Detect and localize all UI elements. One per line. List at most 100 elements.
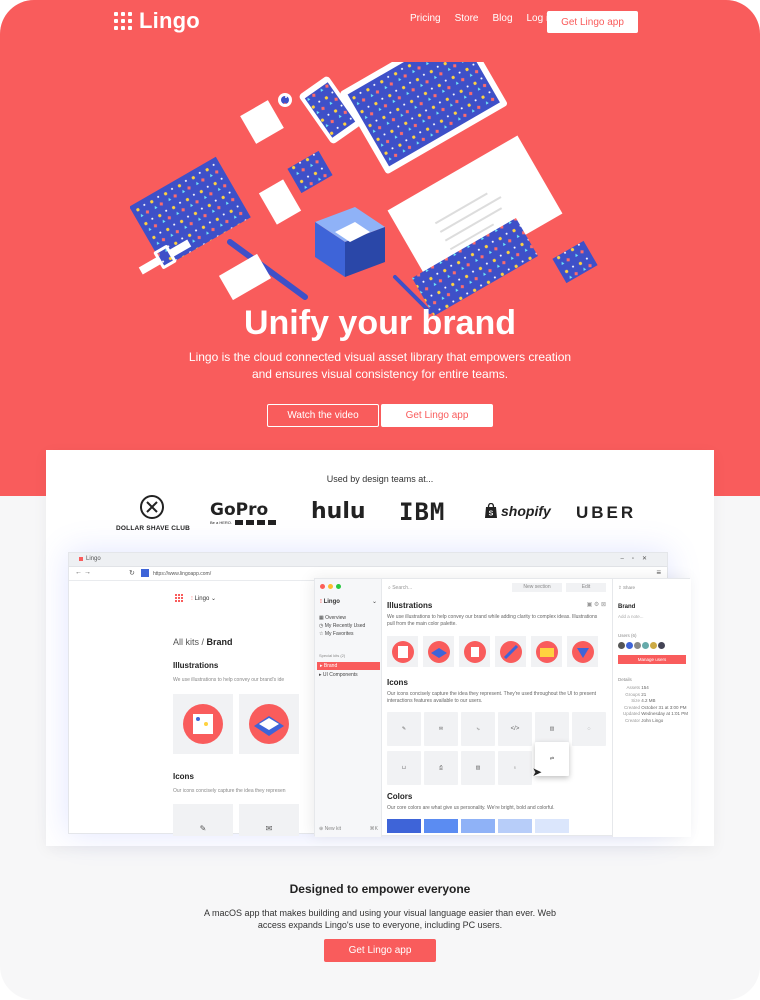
color-swatch[interactable] (498, 819, 532, 833)
app-illustrations-desc: We use illustrations to help convey our … (387, 614, 598, 627)
app-sidebar: ⁝ Lingo ⌄ ▦ Overview ◷ My Recently Used … (315, 579, 382, 837)
color-swatches (387, 819, 569, 833)
sidebar-item-recently-used[interactable]: ◷ My Recently Used (319, 622, 365, 630)
traffic-lights[interactable] (320, 584, 341, 589)
illustration-tile[interactable] (387, 636, 418, 667)
web-illustrations-desc: We use illustrations to help convey our … (173, 677, 285, 683)
hero-section: Lingo Pricing Store Blog Log in Get Ling… (0, 0, 760, 496)
shopify-logo: S shopify (484, 503, 551, 519)
nav-link-store[interactable]: Store (455, 13, 479, 24)
sidebar-item-favorites[interactable]: ☆ My Favorites (319, 630, 365, 638)
manage-users-button[interactable]: Manage users (618, 655, 686, 664)
color-swatch[interactable] (424, 819, 458, 833)
avatar[interactable] (642, 642, 649, 649)
mail-icon[interactable]: ✉ (424, 712, 458, 746)
search-doc-icon[interactable]: ⎙ (424, 751, 458, 785)
browser-tab-bar: Lingo –▫✕ (69, 553, 667, 567)
app-search-input[interactable]: ⌕ Search... (388, 585, 412, 591)
browser-tab[interactable]: Lingo (79, 556, 101, 562)
menu-icon[interactable]: ≡ (656, 568, 661, 577)
illustration-tile[interactable] (567, 636, 598, 667)
macos-app-window: ⁝ Lingo ⌄ ▦ Overview ◷ My Recently Used … (314, 578, 691, 837)
link-icon[interactable]: ⤷ (461, 712, 495, 746)
empower-subtitle: A macOS app that makes building and usin… (203, 908, 557, 930)
bottom-get-app-button[interactable]: Get Lingo app (324, 939, 436, 962)
illustration-tile[interactable] (459, 636, 490, 667)
web-breadcrumb: All kits / Brand (173, 637, 233, 647)
app-sidebar-nav: ▦ Overview ◷ My Recently Used ☆ My Favor… (319, 614, 365, 638)
sidebar-item-brand[interactable]: ▸ Brand (317, 662, 380, 670)
uber-logo: UBER (576, 503, 637, 522)
drop-icon[interactable]: ◌ (572, 712, 606, 746)
share-button[interactable]: ⇪ Share (618, 585, 635, 591)
lingo-logo[interactable]: Lingo (114, 8, 200, 34)
pen-icon[interactable]: ✎ (387, 712, 421, 746)
illustration-tile[interactable] (423, 636, 454, 667)
sidebar-item-overview[interactable]: ▦ Overview (319, 614, 365, 622)
site-icon (141, 569, 149, 577)
nav-link-pricing[interactable]: Pricing (410, 13, 441, 24)
watch-video-button[interactable]: Watch the video (267, 404, 379, 427)
details-list: Assets 154 Groups 21 Size 4.2 MB Created… (618, 685, 688, 724)
color-swatch[interactable] (461, 819, 495, 833)
web-icons-heading: Icons (173, 772, 194, 781)
illustration-tile[interactable] (495, 636, 526, 667)
reload-icon[interactable]: ↻ (129, 569, 135, 577)
details-label: Details (618, 677, 632, 682)
web-app-content: ⁝ Lingo ⌄ All kits / Brand Illustrations… (69, 582, 319, 836)
avatar[interactable] (626, 642, 633, 649)
inbox-icon[interactable]: ⊔ (387, 751, 421, 785)
app-kit-switcher[interactable]: ⁝ Lingo (320, 598, 340, 605)
code-icon[interactable]: </> (498, 712, 532, 746)
color-swatch[interactable] (535, 819, 569, 833)
section-tools-icon[interactable]: ▣ ⚙ ⊠ (587, 601, 606, 608)
empower-title: Designed to empower everyone (289, 882, 471, 896)
color-swatch[interactable] (387, 819, 421, 833)
nav-get-app-button[interactable]: Get Lingo app (547, 11, 638, 33)
edit-button[interactable]: Edit (566, 583, 606, 592)
brand-logos: DOLLAR SHAVE CLUB GoPro Be a HERO. hulu … (116, 494, 646, 534)
app-main-content: ⌕ Search... New section Edit Illustratio… (382, 579, 612, 837)
sidebar-item-ui-components[interactable]: ▸ UI Components (319, 672, 358, 678)
top-nav: Pricing Store Blog Log in (410, 13, 554, 24)
web-logo-icon (175, 594, 183, 602)
inspector-title: Brand (618, 604, 636, 610)
ibm-logo: IBM (399, 498, 446, 526)
brand-stationery-illustration (130, 62, 598, 317)
avatar[interactable] (650, 642, 657, 649)
used-by-heading: Used by design teams at... (326, 474, 434, 484)
user-avatars (618, 642, 665, 649)
avatar[interactable] (618, 642, 625, 649)
app-icons-heading: Icons (387, 678, 408, 687)
detail-row: Creator John Lingo (624, 717, 664, 723)
users-label: Users (6) (618, 633, 637, 638)
avatar[interactable] (634, 642, 641, 649)
back-forward-icon[interactable]: ← → (75, 569, 91, 576)
web-icon-tile[interactable]: ✎ (173, 804, 233, 836)
web-illustration-tile[interactable] (239, 694, 299, 754)
hulu-logo: hulu (311, 499, 366, 524)
nav-link-blog[interactable]: Blog (492, 13, 512, 24)
url-text[interactable]: https://www.lingoapp.com/ (153, 571, 211, 577)
shopping-bag-icon: S (485, 503, 497, 518)
image-icon[interactable]: ▨ (461, 751, 495, 785)
new-kit-button[interactable]: ⊕ New kit ⌘K (319, 826, 378, 832)
bottle-icon[interactable]: ♁ (498, 751, 532, 785)
hero-subtitle: Lingo is the cloud connected visual asse… (188, 350, 572, 381)
avatar[interactable] (658, 642, 665, 649)
hero-get-app-button[interactable]: Get Lingo app (381, 404, 493, 427)
building-icon[interactable]: ▥ (535, 712, 569, 746)
app-illustrations-heading: Illustrations (387, 601, 433, 610)
cursor-icon: ➤ (532, 765, 543, 779)
logo-text: Lingo (139, 8, 200, 33)
chevron-down-icon[interactable]: ⌄ (372, 598, 377, 605)
new-section-button[interactable]: New section (512, 583, 562, 592)
illustration-tile[interactable] (531, 636, 562, 667)
window-controls[interactable]: –▫✕ (621, 555, 656, 562)
gopro-logo: GoPro Be a HERO. (210, 502, 277, 525)
web-icon-tile[interactable]: ✉ (239, 804, 299, 836)
add-note-input[interactable]: Add a note... (618, 614, 644, 619)
web-illustration-tile[interactable] (173, 694, 233, 754)
app-colors-desc: Our core colors are what give us persona… (387, 805, 555, 811)
page: Lingo Pricing Store Blog Log in Get Ling… (0, 0, 760, 1000)
